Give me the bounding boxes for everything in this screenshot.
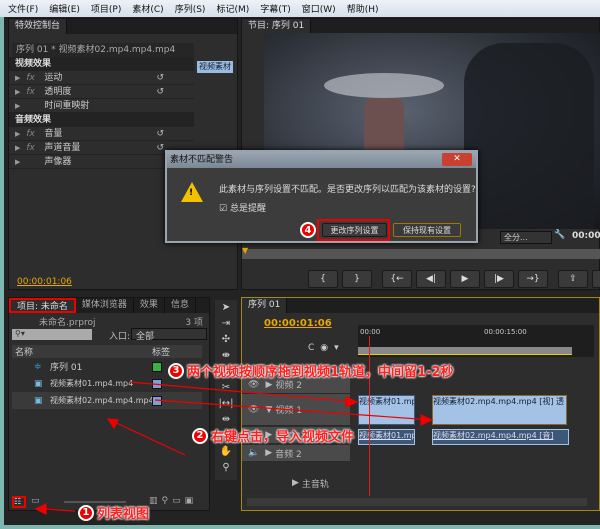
arrow-head xyxy=(106,418,119,430)
arrow-head xyxy=(420,414,434,426)
annotation-1: 1 列表视图 xyxy=(78,503,149,522)
arrow-line xyxy=(109,419,186,456)
arrow-line xyxy=(129,381,358,403)
annotation-3: 3 两个视频按顺序拖到视频1轨道，中间留1-2秒 xyxy=(168,361,454,380)
arrow-line xyxy=(154,399,433,421)
annotation-2: 2 右键点击，导入视频文件 xyxy=(192,426,354,445)
arrow-head xyxy=(34,503,47,515)
arrow-head xyxy=(345,396,359,408)
annotation-arrows xyxy=(34,381,434,515)
